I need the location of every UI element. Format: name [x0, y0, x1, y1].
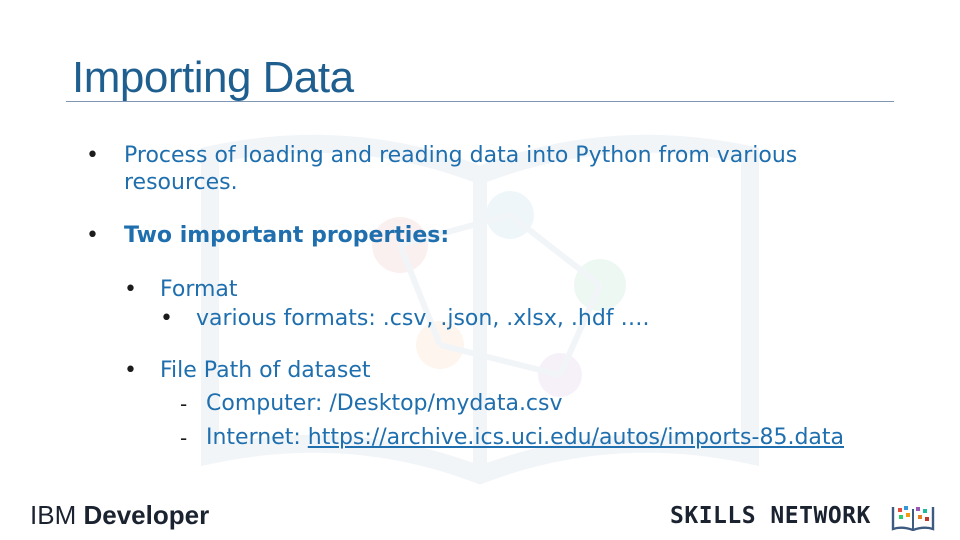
internet-path: Internet: https://archive.ics.uci.edu/au…: [206, 425, 844, 451]
skills-network-label: SKILLS NETWORK: [670, 503, 871, 529]
dash-marker: -: [180, 426, 188, 450]
bullet-process-line1: Process of loading and reading data into…: [124, 143, 798, 168]
slide-title: Importing Data: [72, 53, 354, 102]
ibm-developer-logo: IBM Developer: [30, 500, 209, 531]
dataset-url-link[interactable]: https://archive.ics.uci.edu/autos/import…: [308, 425, 844, 450]
bullet-two-properties: Two important properties:: [124, 223, 450, 248]
dash-marker: -: [180, 392, 188, 416]
bullet-format-detail: various formats: .csv, .json, .xlsx, .hd…: [196, 306, 650, 331]
bullet-marker: •: [124, 358, 137, 383]
title-divider: [66, 101, 894, 102]
bullet-marker: •: [160, 306, 173, 331]
developer-label: Developer: [83, 500, 210, 530]
bullet-format: Format: [160, 277, 238, 302]
bullet-marker: •: [124, 277, 137, 302]
skills-network-book-icon: [891, 506, 935, 531]
slide: Importing Data • Process of loading and …: [0, 0, 960, 540]
bullet-marker: •: [86, 143, 99, 168]
bullet-marker: •: [86, 223, 99, 248]
internet-label: Internet:: [206, 425, 308, 450]
computer-path: Computer: /Desktop/mydata.csv: [206, 391, 563, 416]
ibm-label: IBM: [30, 500, 77, 530]
bullet-file-path: File Path of dataset: [160, 358, 371, 383]
bullet-process-line2: resources.: [124, 170, 238, 195]
